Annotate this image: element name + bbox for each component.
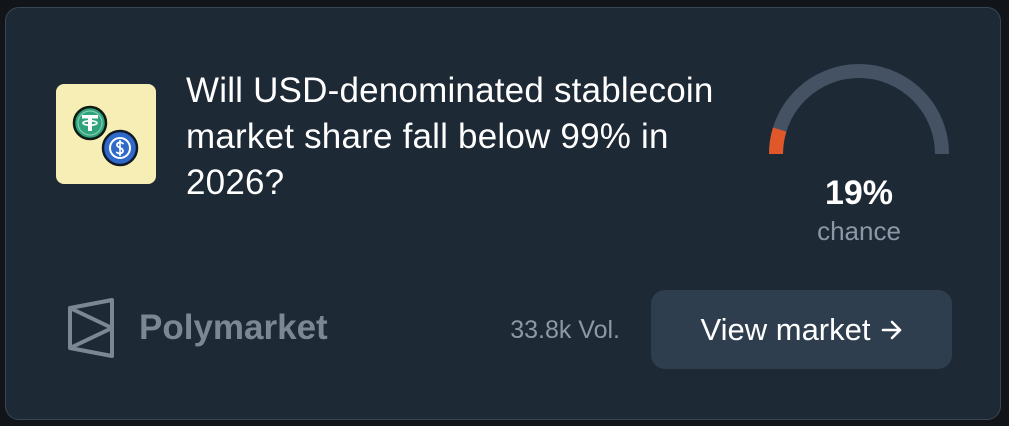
market-question[interactable]: Will USD-denominated stablecoin market s… xyxy=(186,68,746,206)
view-market-label: View market xyxy=(700,311,871,347)
volume-text: 33.8k Vol. xyxy=(510,316,620,344)
chance-percentage: 19% xyxy=(824,174,894,212)
market-card[interactable]: Will USD-denominated stablecoin market s… xyxy=(5,7,1001,420)
gauge-track xyxy=(769,64,949,155)
stablecoin-coins-icon xyxy=(56,84,156,184)
polymarket-logo-icon xyxy=(68,298,114,358)
arrow-right-icon xyxy=(881,320,901,339)
probability-gauge: 19% chance xyxy=(764,62,954,246)
chance-label: chance xyxy=(817,216,901,246)
brand-name: Polymarket xyxy=(139,308,328,347)
gauge-fill xyxy=(769,127,787,155)
view-market-button[interactable]: View market xyxy=(651,290,952,369)
